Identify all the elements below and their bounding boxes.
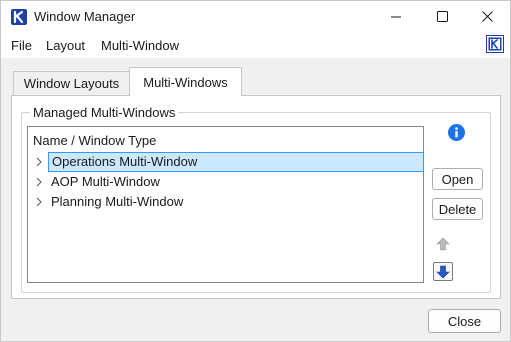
window-manager-dialog: Window Manager File Layout Multi-Window [0,0,511,342]
tree-row-label[interactable]: Operations Multi-Window [48,152,424,172]
menu-layout[interactable]: Layout [46,38,85,53]
chevron-right-icon[interactable] [35,196,43,208]
tree-row[interactable]: Planning Multi-Window [28,192,423,212]
app-icon [11,9,27,25]
title-bar[interactable]: Window Manager [1,1,510,32]
maximize-button[interactable] [419,1,465,32]
tree-column-header: Name / Window Type [33,133,157,148]
chevron-right-icon[interactable] [35,156,43,168]
group-legend: Managed Multi-Windows [30,105,179,120]
delete-button[interactable]: Delete [432,198,483,220]
maximize-icon [436,11,448,22]
minimize-button[interactable] [373,1,419,32]
tree-row-label[interactable]: Planning Multi-Window [48,192,186,212]
menu-multi-window[interactable]: Multi-Window [101,38,179,53]
menu-bar: File Layout Multi-Window [1,32,510,58]
close-button[interactable]: Close [428,309,501,333]
arrow-down-icon [436,265,450,278]
move-down-button[interactable] [433,262,453,281]
close-window-button[interactable] [464,1,510,32]
tree-row-label[interactable]: AOP Multi-Window [48,172,163,192]
multi-window-tree[interactable]: Name / Window Type Operations Multi-Wind… [27,126,424,283]
open-button[interactable]: Open [432,168,483,190]
chevron-right-icon[interactable] [35,176,43,188]
window-manager-icon[interactable] [486,35,504,53]
tab-multi-windows[interactable]: Multi-Windows [129,67,242,96]
tree-row[interactable]: Operations Multi-Window [28,152,424,172]
close-icon [481,11,493,22]
minimize-icon [390,16,401,18]
info-icon[interactable] [448,124,465,141]
menu-file[interactable]: File [11,38,32,53]
tree-row[interactable]: AOP Multi-Window [28,172,423,192]
move-up-button[interactable] [433,234,453,253]
window-title: Window Manager [34,9,136,24]
arrow-up-icon [436,237,450,250]
tab-window-layouts[interactable]: Window Layouts [13,71,130,95]
